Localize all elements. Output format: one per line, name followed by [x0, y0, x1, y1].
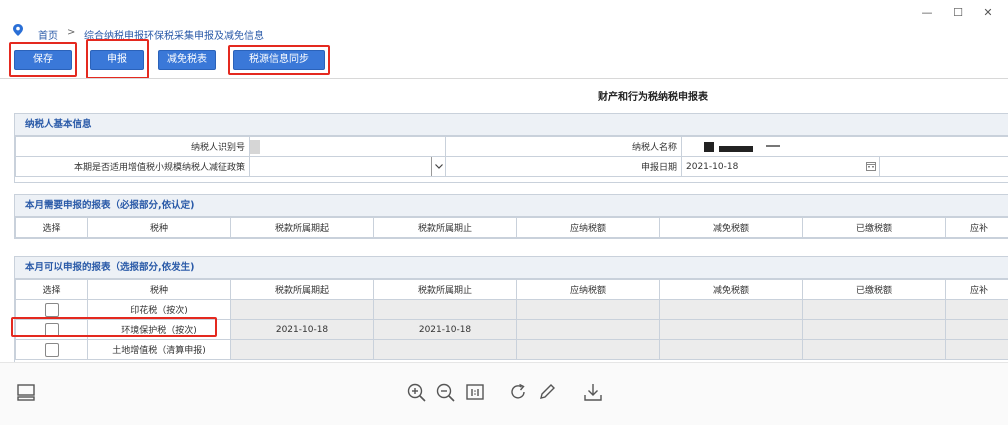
- row-checkbox[interactable]: [44, 322, 59, 337]
- col-select: 选择: [15, 279, 88, 300]
- app-window: 首页 > 综合纳税申报环保税采集申报及减免信息 — ☐ ✕ 保存 申报 减免税表…: [0, 0, 1008, 425]
- table-row: 环境保护税（按次) 2021-10-18 2021-10-18: [15, 319, 1008, 340]
- breadcrumb-current: 综合纳税申报环保税采集申报及减免信息: [84, 31, 264, 42]
- declare-date-field[interactable]: 2021-10-18: [681, 156, 880, 177]
- report-title: 财产和行为税纳税申报表: [598, 92, 708, 103]
- taxpayer-info-table: 纳税人识别号 纳税人名称 本期是否适用增值税小规模纳税人减征政策 申报日期 20…: [15, 136, 1008, 177]
- breadcrumb: 首页 > 综合纳税申报环保税采集申报及减免信息: [0, 0, 1008, 42]
- row-tax-due: [945, 339, 1008, 360]
- col-tax-paid: 已缴税额: [802, 279, 946, 300]
- calendar-icon[interactable]: [866, 161, 876, 171]
- col-select: 选择: [15, 217, 88, 238]
- col-tax-payable: 应纳税额: [516, 279, 660, 300]
- small-scale-policy-select[interactable]: [249, 156, 446, 177]
- required-reports-table: 选择 税种 税款所属期起 税款所属期止 应纳税额 减免税额 已缴税额 应补: [15, 217, 1008, 238]
- row-tax-type: 环境保护税（按次): [87, 319, 231, 340]
- taxpayer-name-field: [681, 136, 1008, 157]
- image-viewer-toolbar: [0, 362, 1008, 425]
- row-tax-paid: [802, 319, 946, 340]
- col-tax-paid: 已缴税额: [802, 217, 946, 238]
- row-select-cell: [15, 319, 88, 340]
- row-period-start: [230, 299, 374, 320]
- row-checkbox[interactable]: [44, 342, 59, 357]
- row-period-end: [373, 339, 517, 360]
- taxpayer-info-title: 纳税人基本信息: [15, 114, 1008, 136]
- optional-reports-title: 本月可以申报的报表（选报部分,依发生): [15, 257, 1008, 279]
- chevron-down-icon[interactable]: [431, 157, 445, 176]
- declare-date-label: 申报日期: [445, 156, 682, 177]
- row-tax-payable: [516, 299, 660, 320]
- optional-reports-section: 本月可以申报的报表（选报部分,依发生) 选择 税种 税款所属期起 税款所属期止 …: [14, 256, 1008, 366]
- download-icon[interactable]: [582, 381, 604, 403]
- col-period-start: 税款所属期起: [230, 279, 374, 300]
- col-tax-relief: 减免税额: [659, 217, 803, 238]
- row-period-start: [230, 339, 374, 360]
- rotate-icon[interactable]: [507, 381, 529, 403]
- breadcrumb-separator: >: [67, 27, 76, 38]
- close-button[interactable]: ✕: [981, 6, 995, 20]
- empty-cell: [879, 156, 1008, 177]
- col-tax-due: 应补: [945, 217, 1008, 238]
- tax-relief-button[interactable]: 减免税表: [158, 50, 216, 70]
- row-tax-type: 印花税（按次): [87, 299, 231, 320]
- col-period-end: 税款所属期止: [373, 217, 517, 238]
- optional-reports-table: 选择 税种 税款所属期起 税款所属期止 应纳税额 减免税额 已缴税额 应补 印花…: [15, 279, 1008, 360]
- declare-date-value: 2021-10-18: [686, 161, 739, 172]
- row-tax-paid: [802, 299, 946, 320]
- small-scale-policy-label: 本期是否适用增值税小规模纳税人减征政策: [15, 156, 250, 177]
- row-tax-due: [945, 319, 1008, 340]
- declare-button[interactable]: 申报: [90, 50, 144, 70]
- row-checkbox[interactable]: [44, 302, 59, 317]
- row-tax-relief: [659, 339, 803, 360]
- row-tax-payable: [516, 339, 660, 360]
- edit-pen-icon[interactable]: [536, 381, 558, 403]
- col-tax-type: 税种: [87, 217, 231, 238]
- maximize-button[interactable]: ☐: [951, 6, 965, 20]
- taxpayer-id-field: [249, 136, 446, 157]
- col-tax-payable: 应纳税额: [516, 217, 660, 238]
- required-reports-title: 本月需要申报的报表（必报部分,依认定): [15, 195, 1008, 217]
- col-tax-type: 税种: [87, 279, 231, 300]
- actual-size-icon[interactable]: [464, 381, 486, 403]
- required-reports-section: 本月需要申报的报表（必报部分,依认定) 选择 税种 税款所属期起 税款所属期止 …: [14, 194, 1008, 239]
- panel-toggle-icon[interactable]: [15, 381, 37, 403]
- row-tax-type: 土地增值税（清算申报): [87, 339, 231, 360]
- breadcrumb-home-link[interactable]: 首页: [38, 27, 58, 42]
- row-period-end: 2021-10-18: [373, 319, 517, 340]
- table-row: 土地增值税（清算申报): [15, 339, 1008, 360]
- table-row: 印花税（按次): [15, 299, 1008, 320]
- row-period-start: 2021-10-18: [230, 319, 374, 340]
- location-pin-icon: [13, 24, 23, 36]
- col-tax-relief: 减免税额: [659, 279, 803, 300]
- row-tax-relief: [659, 299, 803, 320]
- toolbar-divider: [0, 78, 1008, 79]
- sync-tax-source-button[interactable]: 税源信息同步: [233, 50, 325, 70]
- row-tax-due: [945, 299, 1008, 320]
- col-period-end: 税款所属期止: [373, 279, 517, 300]
- zoom-in-icon[interactable]: [405, 381, 427, 403]
- taxpayer-info-section: 纳税人基本信息 纳税人识别号 纳税人名称 本期是否适用增值税小规模纳税人减征政策: [14, 113, 1008, 183]
- row-select-cell: [15, 339, 88, 360]
- row-select-cell: [15, 299, 88, 320]
- save-button[interactable]: 保存: [14, 50, 72, 70]
- zoom-out-icon[interactable]: [434, 381, 456, 403]
- taxpayer-name-label: 纳税人名称: [445, 136, 682, 157]
- taxpayer-id-label: 纳税人识别号: [15, 136, 250, 157]
- row-tax-paid: [802, 339, 946, 360]
- row-tax-relief: [659, 319, 803, 340]
- col-period-start: 税款所属期起: [230, 217, 374, 238]
- row-period-end: [373, 299, 517, 320]
- row-tax-payable: [516, 319, 660, 340]
- minimize-button[interactable]: —: [920, 6, 934, 20]
- col-tax-due: 应补: [945, 279, 1008, 300]
